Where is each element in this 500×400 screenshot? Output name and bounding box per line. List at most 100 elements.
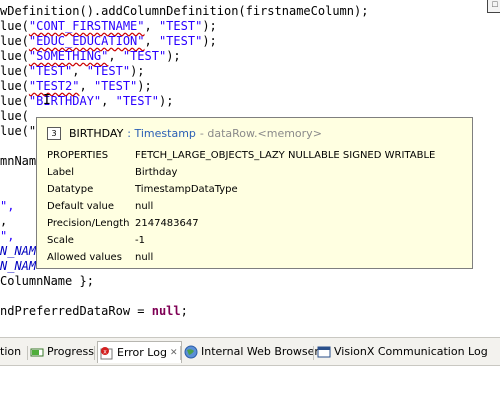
code-token: ndPreferredDataRow <box>0 304 131 318</box>
view-content-area <box>0 366 500 400</box>
code-line[interactable]: ndPreferredDataRow = null; <box>0 304 188 319</box>
code-token: N_NAM <box>0 244 37 258</box>
code-token: N_NAM <box>0 259 37 273</box>
code-token: lue( <box>0 79 29 93</box>
tab-label: VisionX Communication Log <box>334 345 488 358</box>
tab-separator <box>180 346 181 360</box>
code-token: lue( <box>0 94 29 108</box>
code-token: "TEST" <box>28 64 73 78</box>
property-key: PROPERTIES <box>47 150 109 161</box>
code-token: "TEST" <box>122 49 167 63</box>
tab-internal-web-browser[interactable]: Internal Web Browser <box>184 342 319 362</box>
code-token: mnNam <box>0 154 37 168</box>
code-token: = <box>130 304 152 318</box>
tooltip-header: 3 BIRTHDAY : Timestamp - dataRow.<memory… <box>47 125 322 141</box>
code-token: ); <box>166 49 181 63</box>
error-log-icon: x <box>100 346 114 360</box>
code-line[interactable]: N_NAM <box>0 244 36 259</box>
code-token: ", <box>0 229 15 243</box>
code-token: ); <box>130 64 145 78</box>
tab-separator <box>27 346 28 360</box>
code-token: "TEST2" <box>28 79 80 93</box>
code-token: "CONT_FIRSTNAME" <box>28 19 145 33</box>
tab-label: Error Log <box>117 345 167 359</box>
code-line[interactable]: lue( <box>0 109 29 124</box>
tab-label: Progress <box>47 345 94 358</box>
code-token: "TEST" <box>86 64 131 78</box>
code-token: "BIRTHDAY" <box>28 94 102 108</box>
code-token: lue(" <box>0 124 37 138</box>
code-token: lue( <box>0 49 29 63</box>
property-value: TimestampDataType <box>135 184 238 195</box>
code-token: lue( <box>0 64 29 78</box>
code-line[interactable]: wDefinition().addColumnDefinition(firstn… <box>0 4 368 19</box>
code-line[interactable]: lue("TEST2", "TEST"); <box>0 79 152 94</box>
close-icon[interactable]: ✕ <box>170 343 178 363</box>
code-token: ); <box>202 34 217 48</box>
code-line[interactable]: lue("EDUC_EDUCATION", "TEST"); <box>0 34 217 49</box>
code-token: Column <box>0 274 44 288</box>
code-token: ); <box>158 94 174 108</box>
property-key: Datatype <box>47 184 94 195</box>
code-token: , <box>79 79 94 93</box>
tab-progress[interactable]: Progress <box>30 342 94 362</box>
code-token: lue( <box>0 19 29 33</box>
code-token: , <box>144 19 159 33</box>
code-token: "TEST" <box>158 19 203 33</box>
property-key: Allowed values <box>47 252 122 263</box>
code-token: , <box>72 64 87 78</box>
code-token: , <box>101 94 116 108</box>
column-info-tooltip: 3 BIRTHDAY : Timestamp - dataRow.<memory… <box>36 117 473 269</box>
property-value: FETCH_LARGE_OBJECTS_LAZY NULLABLE SIGNED… <box>135 150 436 161</box>
code-token: ; <box>180 304 188 318</box>
code-token: , <box>0 214 8 228</box>
tab-separator <box>94 346 95 360</box>
code-line[interactable]: lue("CONT_FIRSTNAME", "TEST"); <box>0 19 217 34</box>
code-token: "SOMETHING" <box>28 49 109 63</box>
code-token: null <box>151 304 181 318</box>
property-value: -1 <box>135 235 145 246</box>
tooltip-column-name: BIRTHDAY <box>69 126 124 140</box>
code-line[interactable]: ", <box>0 199 14 214</box>
tooltip-column-type: : Timestamp <box>127 126 196 140</box>
code-line[interactable]: lue(" <box>0 124 36 139</box>
tab-visionx-communication-log[interactable]: VisionX Communication Log <box>317 342 488 362</box>
code-token: , <box>144 34 159 48</box>
view-tabs-bar: tion Progress x Error Log ✕ Internal Web Brow… <box>0 337 500 366</box>
property-key: Label <box>47 167 74 178</box>
globe-icon <box>184 345 198 359</box>
code-token: ", <box>0 199 15 213</box>
column-type-icon: 3 <box>47 126 61 140</box>
code-token: "TEST" <box>115 94 159 108</box>
code-line[interactable]: lue("TEST", "TEST"); <box>0 64 145 79</box>
code-token: Name }; <box>43 274 94 288</box>
code-line[interactable]: ColumnName }; <box>0 274 94 289</box>
tab-separator <box>313 346 314 360</box>
code-token: "TEST" <box>158 34 203 48</box>
text-cursor-icon: I <box>43 93 51 108</box>
code-token: "TEST" <box>93 79 138 93</box>
progress-icon <box>30 345 44 359</box>
svg-text:x: x <box>103 348 107 355</box>
code-line[interactable]: lue("BIRTHDAY", "TEST"); <box>0 94 173 109</box>
code-line[interactable]: lue("SOMETHING", "TEST"); <box>0 49 181 64</box>
property-value: null <box>135 252 154 263</box>
tab-label: tion <box>0 345 22 358</box>
code-token: ); <box>202 19 217 33</box>
code-line[interactable]: ", <box>0 229 14 244</box>
property-key: Scale <box>47 235 74 246</box>
window-icon <box>317 345 331 359</box>
code-token: lue( <box>0 34 29 48</box>
tab-error-log[interactable]: x Error Log ✕ <box>97 341 182 363</box>
code-line[interactable]: , <box>0 214 7 229</box>
code-line[interactable]: mnNam <box>0 154 36 169</box>
property-key: Default value <box>47 201 115 212</box>
property-key: Precision/Length <box>47 218 130 229</box>
code-token: ); <box>137 79 152 93</box>
code-line[interactable]: N_NAM <box>0 259 36 274</box>
code-token: wDefinition().addColumnDefinition(firstn… <box>0 4 369 18</box>
tab-tion[interactable]: tion <box>0 342 21 362</box>
maximize-icon[interactable]: □ <box>487 0 500 13</box>
property-value: null <box>135 201 154 212</box>
tooltip-column-source: - dataRow.<memory> <box>199 126 322 140</box>
